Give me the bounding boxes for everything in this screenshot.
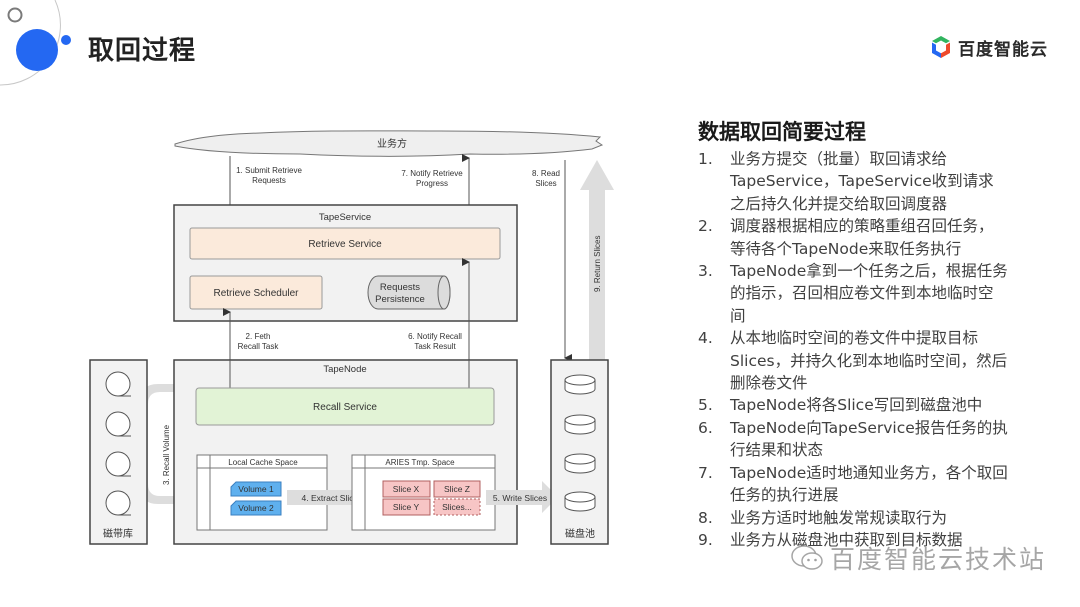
disk-icon (564, 374, 596, 395)
disk-icon (564, 453, 596, 474)
slice-x-label: Slice X (393, 484, 420, 494)
label-step2-line1: 2. Feth (246, 332, 271, 341)
tape-reel-icon (105, 490, 131, 516)
summary-step: 2. 调度器根据相应的策略重组召回任务，等待各个TapeNode来取任务执行 (698, 215, 1008, 260)
step-number: 6. (698, 418, 713, 437)
summary-step: 4. 从本地临时空间的卷文件中提取目标Slices，并持久化到本地临时空间，然后删… (698, 327, 1008, 394)
label-step9: 9. Return Slices (593, 236, 602, 292)
label-step2-line2: Recall Task (238, 342, 280, 351)
step-number: 4. (698, 329, 713, 348)
aries-space-label: ARIES Tmp. Space (385, 458, 455, 467)
step-text: 业务方适时地触发常规读取行为 (730, 508, 948, 527)
label-step6-line2: Task Result (414, 342, 456, 351)
step-text: 从本地临时空间的卷文件中提取目标Slices，并持久化到本地临时空间，然后删除卷… (730, 329, 1008, 393)
step-number: 3. (698, 262, 713, 281)
brand-logo: 百度智能云 (930, 33, 1048, 61)
tape-reel-icon (105, 411, 131, 437)
retrieve-service-label: Retrieve Service (308, 239, 382, 250)
wechat-icon (791, 545, 823, 570)
step-text: TapeNode适时地通知业务方，各个取回任务的执行进展 (730, 463, 1008, 505)
step-number: 2. (698, 217, 713, 236)
step-number: 1. (698, 150, 713, 168)
watermark-text: 百度智能云技术站 (830, 545, 1047, 574)
disk-pool-label: 磁盘池 (565, 527, 595, 540)
recall-service-label: Recall Service (313, 402, 377, 413)
summary-step: 8. 业务方适时地触发常规读取行为 (698, 507, 1008, 529)
local-cache-label: Local Cache Space (228, 458, 298, 467)
tape-reel-icon (105, 371, 131, 397)
label-step3: 3. Recall Volume (162, 424, 171, 485)
requests-persistence-label-1: Requests (380, 282, 420, 293)
tape-reel-icon (105, 451, 131, 477)
label-step8-line1: 8. Read (532, 169, 560, 178)
step-number: 8. (698, 508, 713, 527)
slice-z-label: Slice Z (444, 484, 470, 494)
requests-persistence-label-2: Persistence (375, 294, 425, 305)
slice-y-label: Slice Y (393, 502, 420, 512)
summary-step: 6. TapeNode向TapeService报告任务的执行结果和状态 (698, 417, 1008, 462)
baidu-cloud-logo-icon (932, 36, 950, 58)
summary-step: 5. TapeNode将各Slice写回到磁盘池中 (698, 394, 1008, 416)
step-text: 业务方提交（批量）取回请求给TapeService，TapeService收到请… (730, 150, 994, 213)
summary-steps-list: 1. 业务方提交（批量）取回请求给TapeService，TapeService收… (698, 148, 1008, 551)
summary-title: 数据取回简要过程 (698, 120, 866, 144)
tape-service-label: TapeService (319, 212, 371, 223)
label-step5: 5. Write Slices (493, 493, 547, 503)
watermark: 百度智能云技术站 (790, 540, 1046, 576)
label-step6-line1: 6. Notify Recall (408, 332, 462, 341)
volume-1-label: Volume 1 (238, 484, 274, 494)
summary-step: 1. 业务方提交（批量）取回请求给TapeService，TapeService收… (698, 148, 1008, 215)
label-step7-line2: Progress (416, 179, 448, 188)
slices-more-label: Slices... (442, 502, 472, 512)
label-step8-line2: Slices (535, 179, 556, 188)
label-step1-line1: 1. Submit Retrieve (236, 166, 302, 175)
tape-node-label: TapeNode (323, 364, 366, 375)
step-text: TapeNode拿到一个任务之后，根据任务的指示，召回相应卷文件到本地临时空间 (730, 262, 1008, 325)
retrieve-process-diagram: 业务方 1. Submit Retrieve Requests 7. Notif… (89, 130, 614, 545)
volume-2-label: Volume 2 (238, 503, 274, 513)
step-number: 7. (698, 463, 713, 482)
summary-step: 7. TapeNode适时地通知业务方，各个取回任务的执行进展 (698, 462, 1008, 507)
disk-icon (564, 491, 596, 512)
summary-step: 3. TapeNode拿到一个任务之后，根据任务的指示，召回相应卷文件到本地临时空… (698, 260, 1008, 327)
step-number: 9. (698, 530, 713, 549)
step-text: TapeNode将各Slice写回到磁盘池中 (730, 396, 983, 415)
label-step1-line2: Requests (252, 176, 286, 185)
label-step7-line1: 7. Notify Retrieve (401, 169, 463, 178)
tape-library-label: 磁带库 (103, 527, 133, 540)
retrieve-scheduler-label: Retrieve Scheduler (213, 288, 299, 299)
step-text: 调度器根据相应的策略重组召回任务，等待各个TapeNode来取任务执行 (730, 217, 994, 258)
step-text: TapeNode向TapeService报告任务的执行结果和状态 (730, 418, 1008, 460)
brand-name: 百度智能云 (958, 39, 1048, 60)
step-number: 5. (698, 396, 713, 415)
business-cloud-label: 业务方 (377, 137, 407, 150)
disk-icon (564, 414, 596, 435)
